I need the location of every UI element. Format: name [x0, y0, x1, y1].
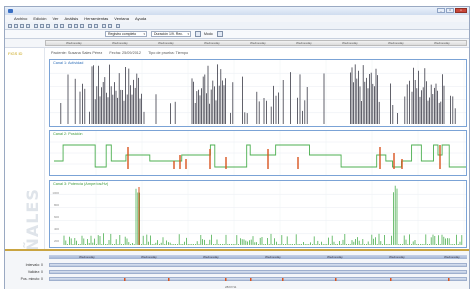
chart-icon[interactable] [88, 24, 92, 28]
channel-activity[interactable]: Canal 1: Actividad [49, 59, 467, 127]
timeline-label: Wednesday [250, 41, 266, 45]
toolbar [5, 22, 469, 30]
menu-ayuda[interactable]: Ayuda [135, 16, 146, 21]
overview-marker [168, 278, 170, 281]
overview-panel: Wednesday Wednesday Wednesday Wednesday … [5, 249, 469, 289]
record-info: Paciente: Susana Sales Pérez Fecha: 25/0… [51, 51, 188, 55]
app-icon [8, 9, 13, 13]
menu-herramientas[interactable]: Herramientas [84, 16, 108, 21]
save-icon[interactable] [20, 24, 24, 28]
close-button[interactable]: x [455, 8, 467, 13]
export-icon[interactable] [102, 24, 106, 28]
epoch-select[interactable]: Duración 1/9. Rec. ▾ [151, 31, 191, 37]
overview-marker [124, 278, 126, 281]
menu-archivo[interactable]: Archivo [14, 16, 27, 21]
status-text: 28/07/11 [225, 285, 237, 289]
patient-label: Paciente: Susana Sales Pérez [51, 51, 103, 55]
app-window: _ □ x Archivo Edición Ver Análisis Herra… [4, 6, 470, 289]
menu-bar: Archivo Edición Ver Análisis Herramienta… [5, 15, 469, 22]
chevron-down-icon: ▾ [143, 32, 145, 36]
maximize-button[interactable]: □ [446, 8, 454, 13]
overview-marker [282, 278, 284, 281]
grid-toggle-button[interactable] [195, 31, 201, 37]
filter-bar: Registro completo ▾ Duración 1/9. Rec. ▾… [5, 30, 469, 39]
title-bar: _ □ x [5, 7, 469, 15]
overview-marker [448, 278, 450, 281]
timeline-label: Wednesday [66, 41, 82, 45]
timeline-label: Wednesday [296, 41, 312, 45]
redo-icon[interactable] [60, 24, 64, 28]
overview-timeline-label: Wednesday [141, 254, 157, 259]
menu-analisis[interactable]: Análisis [64, 16, 78, 21]
channel-position[interactable]: Canal 2: Posición [49, 130, 467, 176]
test-type-label: Tipo de prueba: Tiempo [148, 51, 189, 55]
overview-row-position[interactable] [49, 277, 467, 281]
overview-timeline-label: Wednesday [203, 254, 219, 259]
overview-marker [390, 278, 392, 281]
overview-row-validity[interactable] [49, 270, 467, 274]
menu-ver[interactable]: Ver [52, 16, 58, 21]
power-plot [50, 181, 466, 247]
sidebar: FIGS ID SEÑALES [5, 48, 45, 276]
settings-icon[interactable] [108, 24, 112, 28]
position-trace [54, 144, 466, 168]
minimize-button[interactable]: _ [437, 8, 445, 13]
overview-timeline-label: Wednesday [79, 254, 95, 259]
overview-row-interval[interactable] [49, 263, 467, 267]
timeline-label: Wednesday [434, 41, 450, 45]
timeline-label: Wednesday [388, 41, 404, 45]
sidebar-tag: FIGS ID [8, 51, 23, 56]
scale-label: Modo [204, 32, 213, 36]
help-icon[interactable] [116, 24, 120, 28]
undo-icon[interactable] [54, 24, 58, 28]
copy-icon[interactable] [40, 24, 44, 28]
menu-edicion[interactable]: Edición [33, 16, 46, 21]
timeline-label: Wednesday [342, 41, 358, 45]
overview-row-label: Pos. minuto: 0 [20, 277, 43, 281]
scale-toggle-button[interactable] [217, 31, 223, 37]
paste-icon[interactable] [46, 24, 50, 28]
cut-icon[interactable] [34, 24, 38, 28]
epoch-select-value: Duración 1/9. Rec. [154, 32, 183, 36]
zoom-out-icon[interactable] [74, 24, 78, 28]
new-icon[interactable] [8, 24, 12, 28]
chevron-down-icon: ▾ [187, 32, 189, 36]
overview-timeline-label: Wednesday [327, 254, 343, 259]
overview-row-label: Validez: 0 [27, 270, 43, 274]
timeline-label: Wednesday [204, 41, 220, 45]
mode-select[interactable]: Registro completo ▾ [105, 31, 147, 37]
overview-timeline-label: Wednesday [444, 254, 460, 259]
activity-plot [50, 60, 466, 126]
timeline-ruler[interactable]: Wednesday Wednesday Wednesday Wednesday … [45, 40, 467, 46]
overview-row-label: Intervalo: 0 [25, 263, 43, 267]
overview-marker [250, 278, 252, 281]
overview-markers [124, 278, 450, 281]
overview-marker [225, 278, 227, 281]
main-panel: FIGS ID SEÑALES Paciente: Susana Sales P… [5, 47, 469, 276]
list-icon[interactable] [94, 24, 98, 28]
print-icon[interactable] [26, 24, 30, 28]
menu-ventana[interactable]: Ventana [114, 16, 129, 21]
overview-marker [335, 278, 337, 281]
date-label: Fecha: 25/09/2012 [109, 51, 142, 55]
overview-timeline-label: Wednesday [265, 254, 281, 259]
timeline-label: Wednesday [158, 41, 174, 45]
timeline-label: Wednesday [112, 41, 128, 45]
watermark: SEÑALES [15, 188, 42, 276]
search-icon[interactable] [80, 24, 84, 28]
open-icon[interactable] [14, 24, 18, 28]
overview-timeline-label: Wednesday [389, 254, 405, 259]
mode-select-value: Registro completo [108, 32, 137, 36]
position-plot [50, 131, 466, 175]
window-controls: _ □ x [437, 8, 467, 14]
overview-timeline[interactable]: Wednesday Wednesday Wednesday Wednesday … [49, 255, 467, 259]
channel-power[interactable]: Canal 3: Potencia (Amperios/Hz) 1000 800… [49, 180, 467, 248]
zoom-in-icon[interactable] [68, 24, 72, 28]
